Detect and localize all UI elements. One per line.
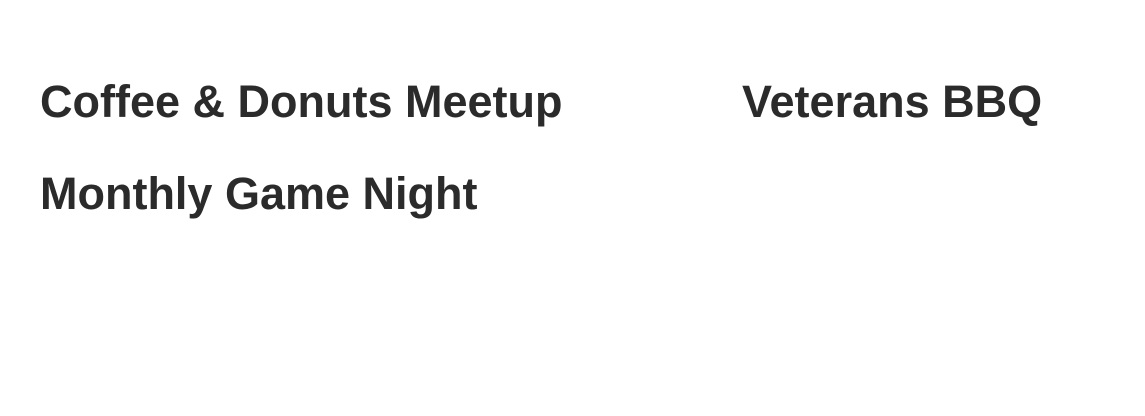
events-list: Coffee & Donuts Meetup Veterans BBQ Mont…	[40, 74, 1100, 258]
event-title-monthly-game-night[interactable]: Monthly Game Night	[40, 166, 742, 258]
event-title-coffee-donuts-meetup[interactable]: Coffee & Donuts Meetup	[40, 74, 742, 166]
event-title-veterans-bbq[interactable]: Veterans BBQ	[742, 74, 1100, 166]
